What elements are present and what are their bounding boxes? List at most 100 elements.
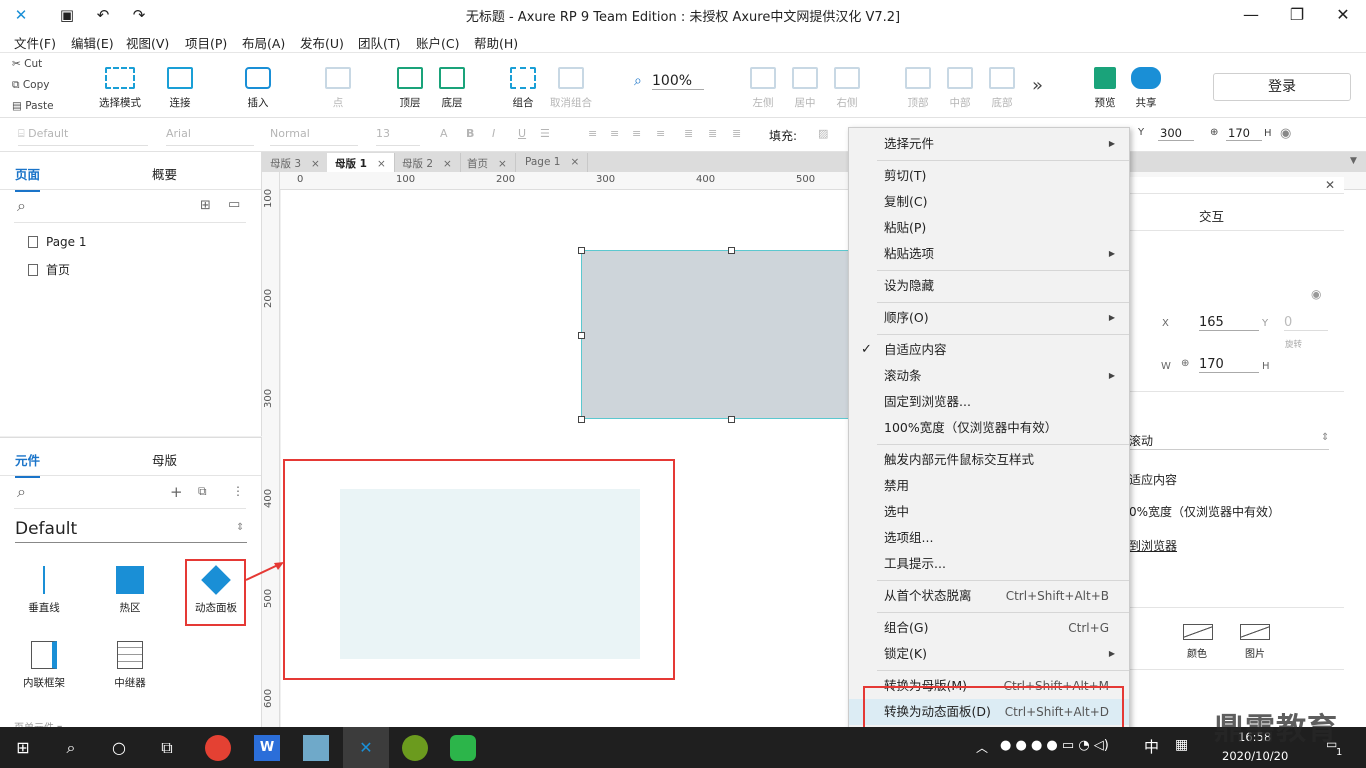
visibility-eye-icon[interactable]: ◉ bbox=[1311, 287, 1321, 301]
menu-layout[interactable]: 布局(A) bbox=[242, 33, 285, 52]
menu-edit[interactable]: 编辑(E) bbox=[71, 33, 114, 52]
ctx-fit-content[interactable]: ✓ 自适应内容 bbox=[849, 337, 1129, 363]
align-text-center-icon[interactable]: ≡ bbox=[610, 127, 619, 140]
menu-file[interactable]: 文件(F) bbox=[14, 33, 56, 52]
green-app-icon[interactable] bbox=[402, 735, 428, 761]
underline-icon[interactable]: U bbox=[518, 127, 526, 140]
app-icon[interactable] bbox=[303, 735, 329, 761]
ctx-cut[interactable]: 剪切(T) bbox=[849, 163, 1129, 189]
color-swatch-icon[interactable] bbox=[1183, 624, 1213, 640]
search-icon[interactable]: ⌕ bbox=[58, 735, 84, 761]
close-tab-icon[interactable]: × bbox=[570, 156, 579, 168]
tab-masters[interactable]: 母版 bbox=[152, 450, 177, 469]
minimize-button[interactable]: — bbox=[1228, 0, 1274, 30]
y-field[interactable]: 0 bbox=[1284, 315, 1328, 331]
keyboard-icon[interactable]: ▦ bbox=[1175, 737, 1188, 753]
align-left-button[interactable]: 左侧 bbox=[743, 67, 783, 110]
text-color-icon[interactable]: A bbox=[440, 127, 448, 140]
close-tab-icon[interactable]: × bbox=[377, 158, 386, 170]
ctx-selected[interactable]: 选中 bbox=[849, 499, 1129, 525]
selected-rectangle[interactable] bbox=[578, 247, 861, 423]
wps-icon[interactable]: W bbox=[254, 735, 280, 761]
task-view-icon[interactable]: ⧉ bbox=[154, 735, 180, 761]
size-select[interactable]: 13 bbox=[376, 124, 420, 146]
widget-inline-frame[interactable]: 内联框架 bbox=[14, 641, 74, 690]
resize-handle[interactable] bbox=[728, 416, 735, 423]
resize-handle[interactable] bbox=[578, 332, 585, 339]
lock-icon[interactable]: ⊕ bbox=[1210, 127, 1218, 138]
x-field[interactable]: 165 bbox=[1199, 315, 1259, 331]
ctx-trigger-mouse-styles[interactable]: 触发内部元件鼠标交互样式 bbox=[849, 447, 1129, 473]
library-select[interactable]: Default bbox=[15, 519, 247, 543]
ctx-lock[interactable]: 锁定(K) ▶ bbox=[849, 641, 1129, 667]
ungroup-button[interactable]: 取消组合 bbox=[547, 67, 595, 110]
lock-ratio-icon[interactable]: ⊕ bbox=[1181, 358, 1189, 369]
ctx-paste-options[interactable]: 粘贴选项 ▶ bbox=[849, 241, 1129, 267]
align-middle-button[interactable]: 中部 bbox=[940, 67, 980, 110]
align-bottom-button[interactable]: 底部 bbox=[982, 67, 1022, 110]
zoom-field[interactable]: 100% bbox=[652, 73, 704, 90]
bold-icon[interactable]: B bbox=[466, 127, 474, 140]
maximize-button[interactable]: ❐ bbox=[1274, 0, 1320, 30]
axure-taskbar-icon[interactable]: ✕ bbox=[343, 727, 389, 768]
h-field[interactable]: 170 bbox=[1199, 357, 1259, 373]
search-icon[interactable]: ⌕ bbox=[17, 482, 26, 502]
tabs-dropdown-icon[interactable]: ▼ bbox=[1350, 156, 1357, 166]
close-tab-icon[interactable]: × bbox=[311, 158, 320, 170]
resize-handle[interactable] bbox=[578, 416, 585, 423]
wechat-icon[interactable] bbox=[450, 735, 476, 761]
fill-color-icon[interactable]: ▨ bbox=[818, 127, 828, 140]
resize-handle[interactable] bbox=[728, 247, 735, 254]
ime-indicator[interactable]: 中 bbox=[1144, 736, 1159, 757]
more-tools-button[interactable]: » bbox=[1032, 75, 1043, 96]
font-select[interactable]: Arial bbox=[166, 124, 254, 146]
menu-help[interactable]: 帮助(H) bbox=[474, 33, 518, 52]
fit-content-option[interactable]: 适应内容 bbox=[1129, 471, 1177, 488]
visibility-eye-icon[interactable]: ◉ bbox=[1280, 126, 1291, 141]
valign-top-icon[interactable]: ≣ bbox=[684, 127, 693, 140]
ctx-full-width[interactable]: 100%宽度（仅浏览器中有效） bbox=[849, 415, 1129, 441]
resize-handle[interactable] bbox=[578, 247, 585, 254]
align-center-button[interactable]: 居中 bbox=[785, 67, 825, 110]
ctx-set-hidden[interactable]: 设为隐藏 bbox=[849, 273, 1129, 299]
align-top-button[interactable]: 顶部 bbox=[898, 67, 938, 110]
bring-top-button[interactable]: 顶层 bbox=[390, 67, 430, 110]
tab-page1[interactable]: Page 1 × bbox=[517, 153, 589, 172]
ctx-copy[interactable]: 复制(C) bbox=[849, 189, 1129, 215]
tab-widgets[interactable]: 元件 bbox=[15, 450, 41, 478]
ctx-order[interactable]: 顺序(O) ▶ bbox=[849, 305, 1129, 331]
ctx-detach-first-state[interactable]: 从首个状态脱离 Ctrl+Shift+Alt+B bbox=[849, 583, 1129, 609]
weight-select[interactable]: Normal bbox=[270, 124, 358, 146]
add-page-icon[interactable]: ⊞ bbox=[200, 198, 211, 213]
close-tab-icon[interactable]: × bbox=[443, 158, 452, 170]
tab-interaction[interactable]: 交互 bbox=[1199, 206, 1224, 225]
more-vertical-icon[interactable]: ⋮ bbox=[232, 484, 244, 498]
search-icon[interactable]: ⌕ bbox=[17, 196, 26, 216]
align-text-left-icon[interactable]: ≡ bbox=[588, 127, 597, 140]
y-field[interactable]: 300 bbox=[1158, 126, 1194, 141]
tab-outline[interactable]: 概要 bbox=[152, 164, 177, 183]
close-button[interactable]: ✕ bbox=[1320, 0, 1366, 30]
ctx-scrollbars[interactable]: 滚动条 ▶ bbox=[849, 363, 1129, 389]
tab-master-3[interactable]: 母版 3 × bbox=[262, 153, 329, 172]
tray-chevron-icon[interactable]: ︿ bbox=[976, 739, 988, 756]
pin-browser-link[interactable]: 到浏览器 bbox=[1129, 537, 1177, 554]
chrome-icon[interactable] bbox=[205, 735, 231, 761]
copy-button[interactable]: ⧉ Copy bbox=[12, 79, 49, 92]
library-copy-icon[interactable]: ⧉ bbox=[198, 484, 207, 499]
italic-icon[interactable]: I bbox=[492, 127, 495, 140]
widget-vertical-line[interactable]: 垂直线 bbox=[14, 566, 74, 615]
add-library-icon[interactable]: + bbox=[170, 483, 183, 501]
login-button[interactable]: 登录 bbox=[1213, 73, 1351, 101]
menu-view[interactable]: 视图(V) bbox=[126, 33, 169, 52]
valign-middle-icon[interactable]: ≣ bbox=[708, 127, 717, 140]
justify-icon[interactable]: ≡ bbox=[656, 127, 665, 140]
align-right-button[interactable]: 右侧 bbox=[827, 67, 867, 110]
style-select[interactable]: ⌸ Default bbox=[18, 124, 148, 146]
ctx-tooltip[interactable]: 工具提示... bbox=[849, 551, 1129, 577]
windows-start-icon[interactable]: ⊞ bbox=[10, 735, 36, 761]
add-folder-icon[interactable]: ▭ bbox=[228, 197, 240, 212]
menu-account[interactable]: 账户(C) bbox=[416, 33, 459, 52]
menu-team[interactable]: 团队(T) bbox=[358, 33, 400, 52]
clock-date[interactable]: 2020/10/20 bbox=[1222, 749, 1288, 763]
